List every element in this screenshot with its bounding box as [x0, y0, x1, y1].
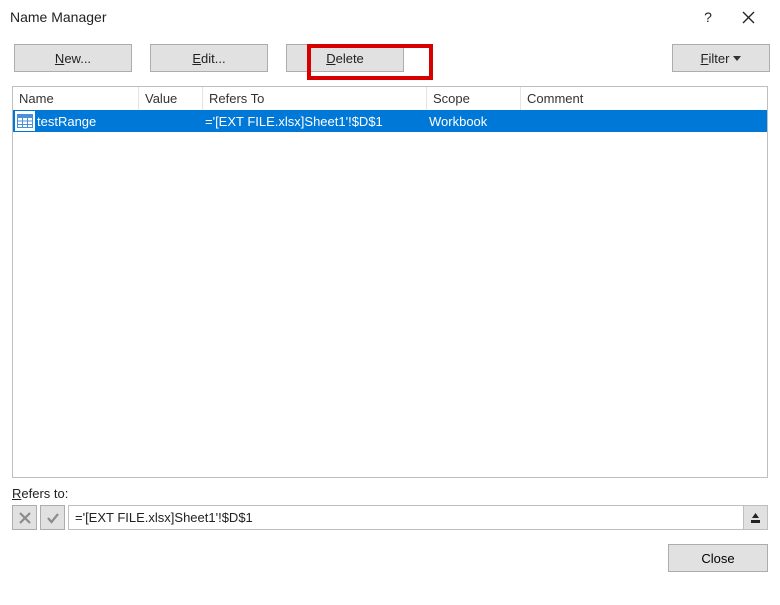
new-button[interactable]: New...	[14, 44, 132, 72]
names-list: Name Value Refers To Scope Comment testR…	[12, 86, 768, 478]
cell-refers-to: ='[EXT FILE.xlsx]Sheet1'!$D$1	[205, 114, 429, 129]
check-icon	[46, 511, 60, 525]
cell-name: testRange	[37, 114, 141, 129]
dialog-footer: Close	[0, 530, 780, 572]
help-button[interactable]: ?	[688, 3, 728, 31]
collapse-dialog-button[interactable]	[743, 506, 767, 529]
table-icon	[15, 111, 35, 131]
window-close-button[interactable]	[728, 3, 768, 31]
list-header: Name Value Refers To Scope Comment	[13, 87, 767, 110]
table-row[interactable]: testRange ='[EXT FILE.xlsx]Sheet1'!$D$1 …	[13, 110, 767, 132]
collapse-icon	[750, 512, 761, 524]
column-header-refers-to[interactable]: Refers To	[203, 87, 427, 110]
chevron-down-icon	[733, 56, 741, 61]
cancel-refers-button[interactable]	[12, 505, 37, 530]
accept-refers-button[interactable]	[40, 505, 65, 530]
cell-scope: Workbook	[429, 114, 523, 129]
column-header-comment[interactable]: Comment	[521, 87, 767, 110]
x-icon	[18, 511, 32, 525]
column-header-scope[interactable]: Scope	[427, 87, 521, 110]
close-icon	[742, 11, 755, 24]
column-header-name[interactable]: Name	[13, 87, 139, 110]
refers-to-input-wrap	[68, 505, 768, 530]
edit-button[interactable]: Edit...	[150, 44, 268, 72]
filter-button[interactable]: Filter	[672, 44, 770, 72]
refers-to-input[interactable]	[69, 506, 743, 529]
window-title: Name Manager	[10, 9, 688, 25]
title-bar: Name Manager ?	[0, 0, 780, 40]
toolbar: New... Edit... Delete Filter	[0, 40, 780, 86]
delete-button[interactable]: Delete	[286, 44, 404, 72]
close-button[interactable]: Close	[668, 544, 768, 572]
refers-to-label: Refers to:	[12, 486, 768, 501]
refers-to-section: Refers to:	[12, 486, 768, 530]
list-body: testRange ='[EXT FILE.xlsx]Sheet1'!$D$1 …	[13, 110, 767, 132]
column-header-value[interactable]: Value	[139, 87, 203, 110]
